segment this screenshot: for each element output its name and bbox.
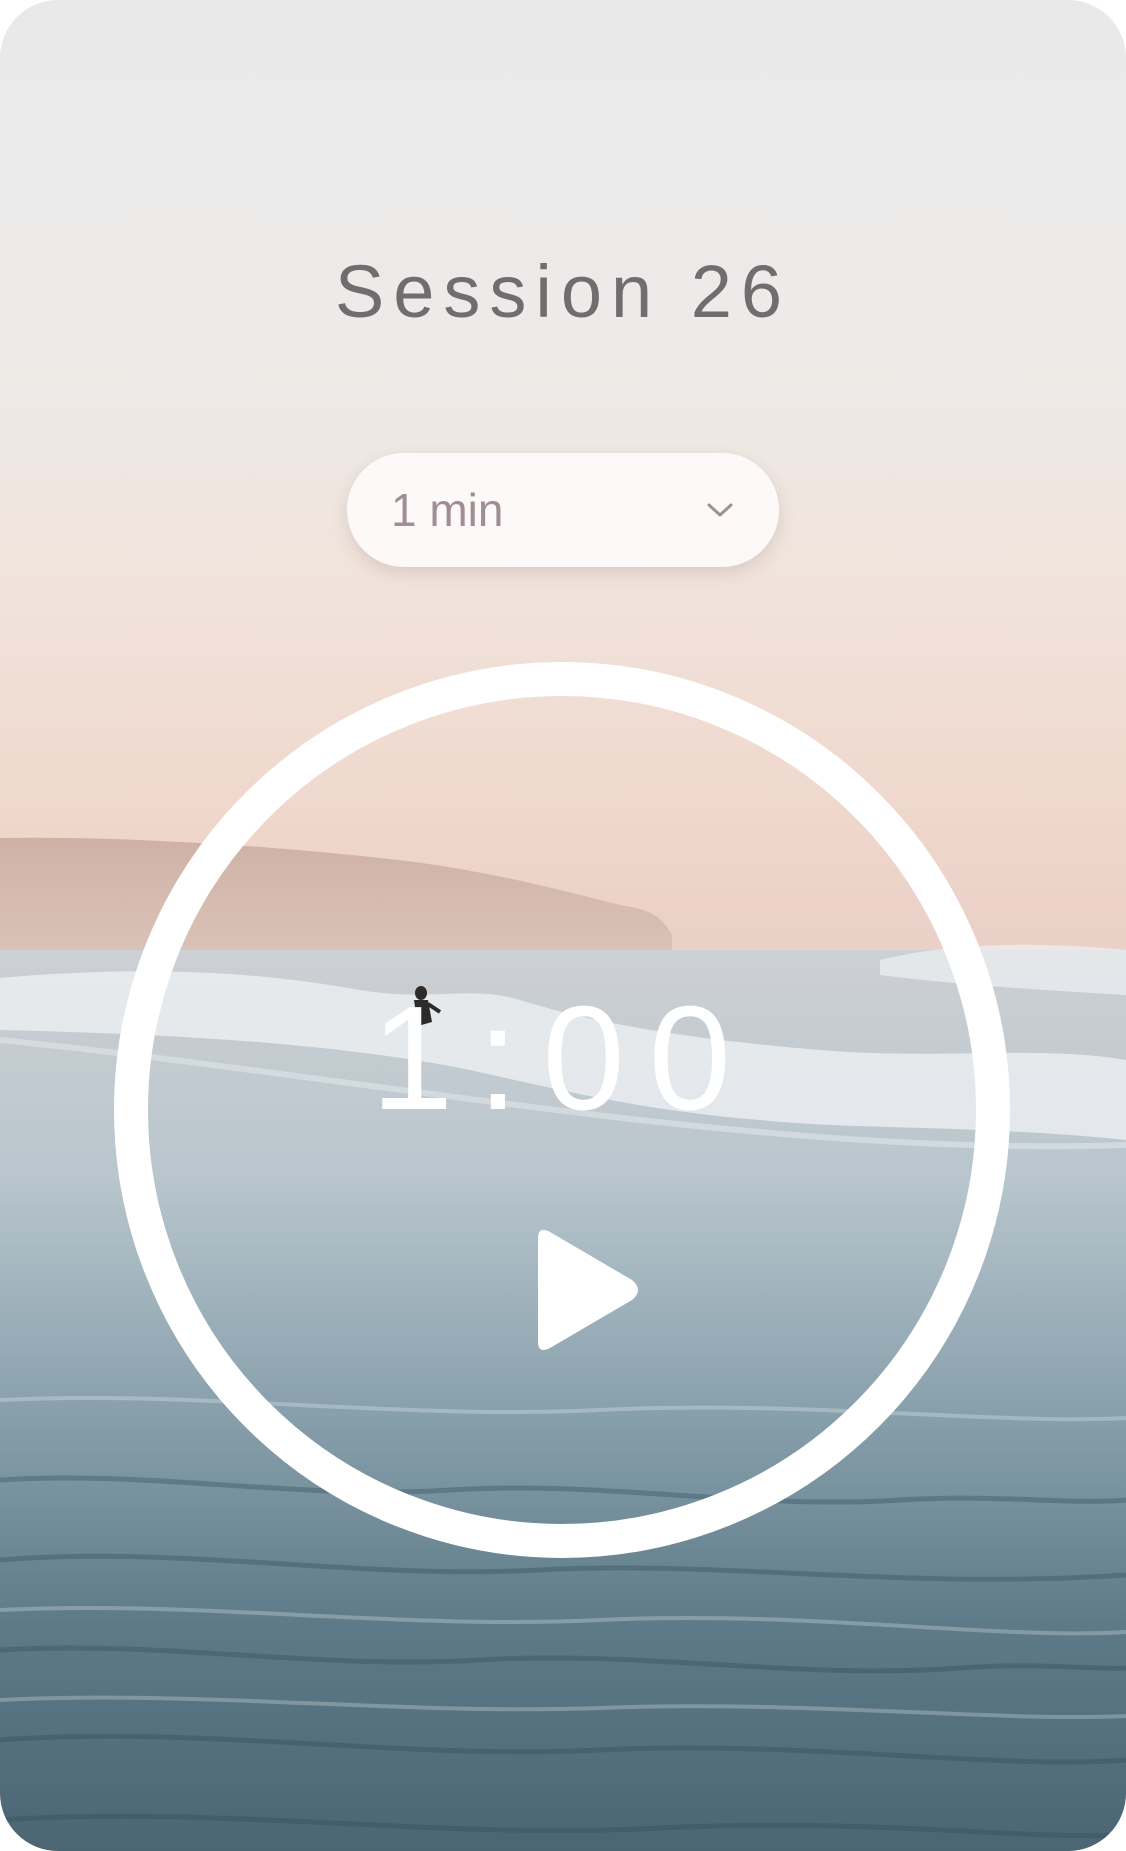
play-icon[interactable] — [520, 1224, 644, 1356]
duration-select[interactable]: 1 min — [347, 453, 779, 567]
timer-display: 1:00 — [370, 976, 756, 1141]
chevron-down-icon — [705, 495, 735, 525]
session-card: Session 26 1 min 1:00 — [0, 0, 1126, 1851]
session-title: Session 26 — [334, 250, 792, 333]
duration-select-value: 1 min — [391, 484, 504, 536]
